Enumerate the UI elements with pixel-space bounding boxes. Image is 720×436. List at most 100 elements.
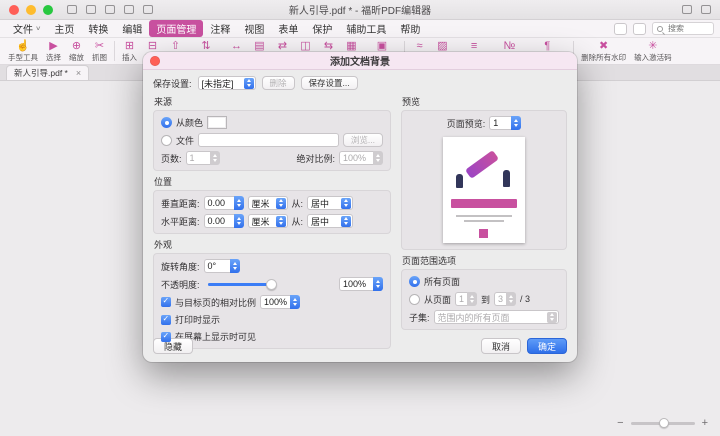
chevron-down-icon: ∨ xyxy=(35,25,41,32)
share-icon[interactable] xyxy=(682,5,692,14)
insert-pages-button[interactable]: ⊞插入 xyxy=(118,40,141,63)
cancel-button[interactable]: 取消 xyxy=(481,338,521,354)
pages-stepper[interactable]: 1 xyxy=(186,151,220,165)
dialog-close-button[interactable] xyxy=(150,56,160,66)
relative-scale-stepper[interactable]: 100% xyxy=(260,295,300,309)
search-input[interactable] xyxy=(666,23,709,34)
redo-icon[interactable] xyxy=(143,5,153,14)
show-on-screen-checkbox[interactable] xyxy=(161,332,171,342)
horizontal-from-select[interactable]: 居中 xyxy=(307,214,353,228)
menu-home[interactable]: 主页 xyxy=(47,20,81,37)
background-color-well[interactable] xyxy=(207,116,227,129)
banner-graphic xyxy=(451,199,517,208)
menu-form[interactable]: 表单 xyxy=(271,20,305,37)
menu-protect[interactable]: 保护 xyxy=(305,20,339,37)
display-options-button[interactable] xyxy=(633,23,646,35)
enter-activation-code-button[interactable]: ✳输入激活码 xyxy=(630,40,676,63)
from-page-stepper[interactable]: 1 xyxy=(455,292,477,306)
opacity-stepper[interactable]: 100% xyxy=(339,277,383,291)
stepper-arrows-icon[interactable] xyxy=(210,151,220,165)
stepper-arrows-icon[interactable] xyxy=(230,259,240,273)
hide-button[interactable]: 隐藏 xyxy=(153,338,193,354)
opacity-slider-fill xyxy=(208,283,272,286)
select-arrows-icon xyxy=(547,312,557,323)
menu-accessibility-tools[interactable]: 辅助工具 xyxy=(339,20,393,37)
stepper-arrows-icon[interactable] xyxy=(506,292,516,306)
ok-button[interactable]: 确定 xyxy=(527,338,567,354)
print-icon[interactable] xyxy=(105,5,115,14)
account-icon[interactable] xyxy=(701,5,711,14)
zoom-slider-knob[interactable] xyxy=(659,418,669,428)
delete-setting-button[interactable]: 删除 xyxy=(262,76,295,90)
menu-convert[interactable]: 转换 xyxy=(81,20,115,37)
document-tab[interactable]: 新人引导.pdf * × xyxy=(6,65,89,80)
horizontal-distance-stepper[interactable]: 0.00 xyxy=(204,214,244,228)
preview-page-stepper[interactable]: 1 xyxy=(489,116,521,130)
subset-row: 子集: 范围内的所有页面 xyxy=(409,310,559,324)
menu-comment[interactable]: 注释 xyxy=(203,20,237,37)
bates-number-icon: № xyxy=(503,40,515,52)
zoom-in-button[interactable]: + xyxy=(702,417,708,429)
window-title: 新人引导.pdf * - 福昕PDF编辑器 xyxy=(289,2,431,17)
stepper-arrows-icon[interactable] xyxy=(373,277,383,291)
stepper-arrows-icon[interactable] xyxy=(234,196,244,210)
zoom-window-button[interactable] xyxy=(43,5,53,15)
save-settings-select[interactable]: [未指定] xyxy=(198,76,256,90)
remove-all-watermarks-button[interactable]: ✖删除所有水印 xyxy=(577,40,630,63)
menu-edit[interactable]: 编辑 xyxy=(115,20,149,37)
dialog-title: 添加文档背景 xyxy=(330,53,390,68)
tab-close-icon[interactable]: × xyxy=(76,69,81,78)
rotation-stepper[interactable]: 0° xyxy=(204,259,240,273)
menu-page-management-label: 页面管理 xyxy=(156,21,196,36)
from-file-radio[interactable] xyxy=(161,135,172,146)
appearance-group-title: 外观 xyxy=(154,238,391,251)
stepper-arrows-icon[interactable] xyxy=(467,292,477,306)
all-pages-radio[interactable] xyxy=(409,276,420,287)
save-icon[interactable] xyxy=(86,5,96,14)
file-path-input[interactable] xyxy=(198,133,339,147)
sidebar-toggle-icon[interactable] xyxy=(67,5,77,14)
stepper-arrows-icon[interactable] xyxy=(234,214,244,228)
minimize-window-button[interactable] xyxy=(26,5,36,15)
close-window-button[interactable] xyxy=(9,5,19,15)
subset-select[interactable]: 范围内的所有页面 xyxy=(434,310,559,324)
zoom-out-button[interactable]: − xyxy=(617,417,623,429)
to-page-stepper[interactable]: 3 xyxy=(494,292,516,306)
stepper-arrows-icon[interactable] xyxy=(290,295,300,309)
opacity-slider-knob[interactable] xyxy=(266,279,277,290)
undo-icon[interactable] xyxy=(124,5,134,14)
show-when-printing-checkbox[interactable] xyxy=(161,315,171,325)
select-arrows-icon xyxy=(341,216,351,227)
save-settings-row: 保存设置: [未指定] 删除 保存设置... xyxy=(153,76,567,90)
vertical-unit-select[interactable]: 厘米 xyxy=(248,196,288,210)
vertical-from-select[interactable]: 居中 xyxy=(307,196,353,210)
search-box[interactable] xyxy=(652,22,714,35)
relative-scale-checkbox[interactable] xyxy=(161,297,171,307)
save-setting-button[interactable]: 保存设置... xyxy=(301,76,358,90)
menu-file[interactable]: 文件∨ xyxy=(6,20,47,37)
save-settings-label: 保存设置: xyxy=(153,77,192,90)
vertical-distance-stepper[interactable]: 0.00 xyxy=(204,196,244,210)
zoom-slider[interactable] xyxy=(631,422,695,425)
menu-page-management[interactable]: 页面管理 xyxy=(149,20,203,37)
absolute-scale-stepper[interactable]: 100% xyxy=(339,151,383,165)
stepper-arrows-icon[interactable] xyxy=(511,116,521,130)
select-tool-button[interactable]: ▶选择 xyxy=(42,40,65,63)
select-arrows-icon xyxy=(244,78,254,89)
browse-button[interactable]: 浏览... xyxy=(343,133,383,147)
view-mode-button[interactable] xyxy=(614,23,627,35)
menu-view[interactable]: 视图 xyxy=(237,20,271,37)
snapshot-tool-button[interactable]: ✂抓图 xyxy=(88,40,111,63)
source-group: 从颜色 文件 浏览... 页数: 1 xyxy=(153,110,391,171)
horizontal-unit-select[interactable]: 厘米 xyxy=(248,214,288,228)
menu-help[interactable]: 帮助 xyxy=(393,20,427,37)
dialog-left-column: 来源 从颜色 文件 浏览... 页数: xyxy=(153,91,391,332)
activation-code-icon: ✳ xyxy=(648,40,657,52)
hand-tool-button[interactable]: ☝手型工具 xyxy=(4,40,42,63)
from-color-radio[interactable] xyxy=(161,117,172,128)
vertical-from-label: 从: xyxy=(292,197,304,210)
stepper-arrows-icon[interactable] xyxy=(373,151,383,165)
zoom-tool-button[interactable]: ⊕缩放 xyxy=(65,40,88,63)
page-range-radio[interactable] xyxy=(409,294,420,305)
opacity-slider[interactable] xyxy=(208,283,272,286)
